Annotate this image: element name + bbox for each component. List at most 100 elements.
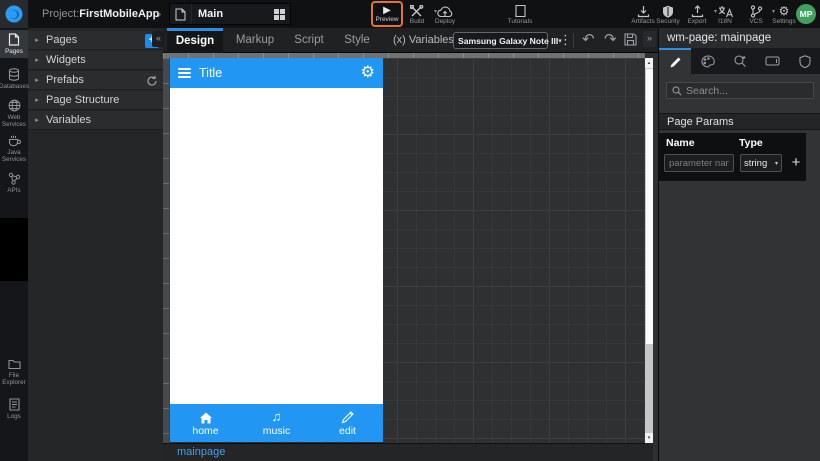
section-pages[interactable]: ▸ Pages + [28, 31, 163, 50]
tab-events[interactable] [724, 48, 756, 74]
gear-icon: ⚙ [778, 4, 790, 18]
add-param-button[interactable]: + [788, 153, 804, 173]
tab-properties[interactable] [659, 48, 692, 74]
export-button[interactable]: Export ▾ [684, 0, 717, 28]
tab-styles[interactable] [691, 48, 723, 74]
settings-button[interactable]: ⚙ Settings ▾ [770, 0, 805, 28]
section-variables[interactable]: ▸ Variables [28, 111, 163, 130]
properties-tabs [659, 48, 820, 74]
section-page-structure[interactable]: ▸ Page Structure [28, 91, 163, 110]
collapse-panel-button[interactable]: « [152, 31, 165, 47]
current-page-name: Main [198, 8, 224, 20]
build-tools-icon [410, 3, 424, 18]
phone-header[interactable]: Title ⚙ [170, 58, 383, 88]
search-input[interactable] [686, 84, 808, 97]
top-bar: Project:FirstMobileApp › Main ▶ Preview … [0, 0, 820, 28]
artifacts-button[interactable]: Artifacts [629, 0, 657, 28]
search-icon [672, 85, 682, 96]
undo-button[interactable]: ↶ [582, 28, 595, 53]
tab-markup[interactable]: Markup [229, 28, 281, 53]
collapse-right-panel-button[interactable]: » [643, 31, 656, 47]
hamburger-menu-icon[interactable] [178, 67, 191, 79]
redo-button[interactable]: ↷ [604, 28, 617, 53]
param-type-select[interactable]: string ▾ [740, 154, 782, 172]
tutorials-button[interactable]: Tutorials [505, 0, 535, 28]
scroll-up-button[interactable]: ▴ [645, 58, 653, 68]
sidebar-item-databases[interactable]: Databases [0, 65, 29, 93]
sidebar-item-java-services[interactable]: Java Services [0, 132, 28, 166]
scroll-down-button[interactable]: ▾ [645, 433, 653, 443]
section-widgets[interactable]: ▸ Widgets [28, 51, 163, 70]
api-nodes-icon [8, 172, 20, 185]
column-header-name: Name [666, 137, 695, 149]
search-star-icon [734, 55, 746, 67]
git-branch-icon [750, 3, 763, 18]
expand-icon: ▸ [35, 37, 39, 44]
breadcrumb-chevron-icon: › [157, 6, 162, 21]
folder-icon [7, 359, 21, 369]
sidebar-item-web-services[interactable]: Web Services [0, 96, 28, 130]
i18n-button[interactable]: I18N [713, 0, 737, 28]
phone-page-title: Title [199, 66, 223, 80]
music-note-icon: ♫ [271, 409, 282, 424]
home-icon [199, 409, 213, 424]
canvas-scrollbar[interactable]: ▴ ▾ [645, 58, 653, 443]
properties-panel: wm-page: mainpage Page Params Nam [658, 28, 820, 461]
project-breadcrumb: Project:FirstMobileApp [42, 0, 159, 28]
vcs-button[interactable]: VCS ▾ [744, 0, 775, 28]
phone-bottom-nav: home ♫ music edit [170, 404, 383, 442]
sidebar-item-apis[interactable]: APIs [0, 168, 28, 198]
device-icon [765, 56, 780, 66]
studio-window: Project:FirstMobileApp › Main ▶ Preview … [0, 0, 820, 461]
toolbar-divider [573, 33, 574, 48]
tab-style[interactable]: Style [337, 28, 377, 53]
security-button[interactable]: Security [654, 0, 682, 28]
tab-device[interactable] [756, 48, 788, 74]
sidebar-item-pages[interactable]: Pages [0, 30, 28, 58]
phone-preview[interactable]: Title ⚙ home ♫ music edit [170, 58, 383, 442]
preview-button[interactable]: ▶ Preview [371, 1, 403, 27]
app-logo[interactable] [0, 0, 28, 28]
tab-design[interactable]: Design [167, 28, 223, 53]
sidebar-item-logs[interactable]: Logs [0, 394, 28, 424]
page-selector[interactable]: Main [169, 3, 291, 25]
download-icon [637, 3, 650, 18]
gear-icon[interactable]: ⚙ [361, 58, 375, 88]
refresh-icon[interactable] [146, 75, 158, 87]
left-panel: ▸ Pages + ▸ Widgets ▸ Prefabs ▸ Page Str… [28, 28, 163, 461]
upload-icon [691, 3, 704, 18]
shield-icon [662, 3, 674, 18]
language-icon [718, 3, 733, 18]
scrollbar-thumb[interactable] [645, 69, 653, 344]
section-prefabs[interactable]: ▸ Prefabs [28, 71, 163, 90]
tab-security[interactable] [789, 48, 820, 74]
page-grid-icon[interactable] [268, 8, 290, 20]
expand-icon: ▸ [35, 57, 39, 64]
selected-widget-title: wm-page: mainpage [659, 28, 820, 48]
device-selector[interactable]: Samsung Galaxy Note III ▾ [453, 32, 562, 49]
nav-item-home[interactable]: home [170, 404, 241, 442]
page-params-table: Name Type string ▾ + [659, 133, 806, 181]
variables-dropdown[interactable]: (x) Variables ▾ [393, 28, 461, 53]
build-button[interactable]: Build ▾ [404, 0, 437, 28]
scrollbar-corner [645, 443, 653, 461]
activity-sidebar: Pages Databases Web Services Java Servic… [0, 28, 29, 461]
sidebar-spacer [0, 218, 28, 281]
save-button[interactable] [624, 33, 637, 48]
globe-icon [8, 99, 20, 111]
pencil-icon [670, 57, 681, 67]
properties-search[interactable] [666, 82, 814, 99]
canvas-menu-button[interactable]: ⋮ [559, 28, 572, 53]
page-tab-mainpage[interactable]: mainpage [177, 444, 225, 461]
expand-icon: ▸ [35, 97, 39, 104]
param-name-input[interactable] [664, 154, 734, 172]
coffee-cup-icon [8, 135, 21, 147]
tab-script[interactable]: Script [287, 28, 331, 53]
user-avatar[interactable]: MP [796, 4, 816, 24]
nav-item-music[interactable]: ♫ music [241, 404, 312, 442]
log-file-icon [8, 398, 20, 411]
canvas-toolbar: Design Markup Script Style (x) Variables… [163, 28, 658, 53]
sidebar-item-file-explorer[interactable]: File Explorer [0, 354, 28, 390]
deploy-button[interactable]: Deploy [431, 0, 459, 28]
nav-item-edit[interactable]: edit [312, 404, 383, 442]
